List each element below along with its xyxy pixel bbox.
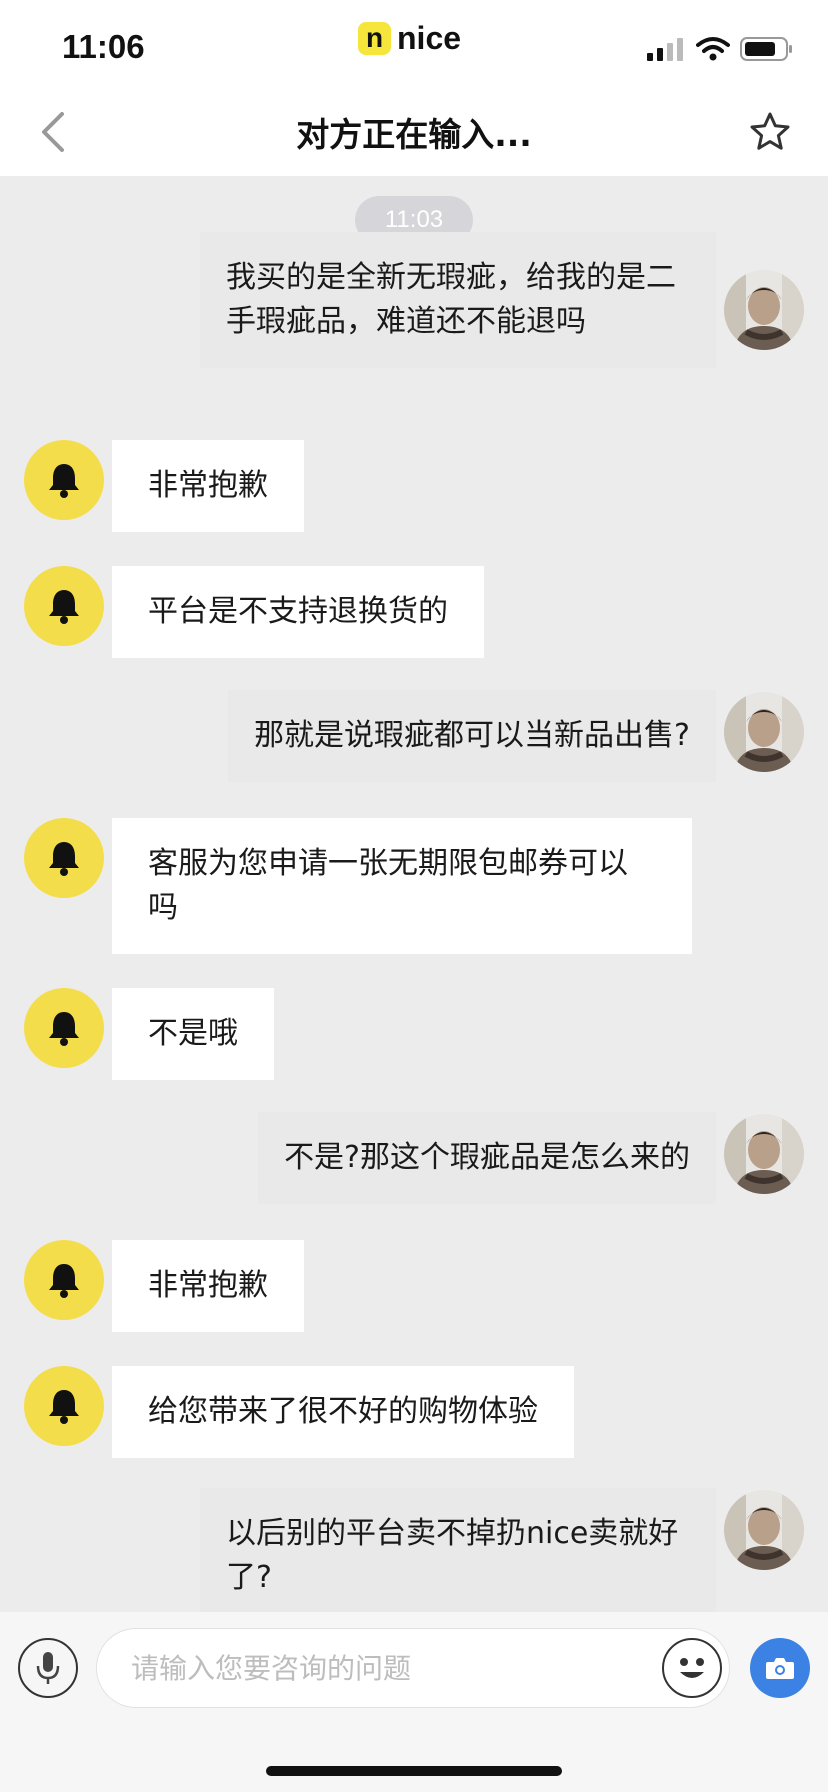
status-bar: 11:06 n nice — [0, 0, 828, 88]
page-title: 对方正在输入... — [296, 115, 532, 154]
service-message: 非常抱歉 — [112, 440, 304, 532]
status-time: 11:06 — [62, 28, 145, 65]
user-avatar[interactable] — [724, 270, 804, 350]
smiley-icon — [680, 1658, 704, 1678]
user-avatar[interactable] — [724, 692, 804, 772]
star-icon — [750, 112, 790, 150]
status-icons — [646, 36, 794, 62]
service-avatar[interactable] — [24, 566, 104, 646]
user-photo-icon — [724, 692, 804, 772]
service-message: 不是哦 — [112, 988, 274, 1080]
bell-icon — [49, 464, 79, 498]
camera-button[interactable] — [750, 1638, 810, 1698]
user-photo-icon — [724, 1114, 804, 1194]
voice-button[interactable] — [18, 1638, 78, 1698]
brand-logo: n nice — [358, 20, 461, 56]
bell-icon — [49, 590, 79, 624]
bell-icon — [49, 1012, 79, 1046]
service-message: 给您带来了很不好的购物体验 — [112, 1366, 574, 1458]
camera-icon — [766, 1658, 794, 1679]
user-message: 以后别的平台卖不掉扔nice卖就好了? — [200, 1488, 716, 1612]
emoji-button[interactable] — [662, 1638, 722, 1698]
signal-icon — [647, 38, 683, 61]
user-message: 不是?那这个瑕疵品是怎么来的 — [258, 1112, 716, 1204]
battery-icon — [740, 37, 792, 61]
wifi-icon — [696, 37, 730, 61]
service-avatar[interactable] — [24, 1366, 104, 1446]
microphone-icon — [36, 1652, 60, 1684]
service-avatar[interactable] — [24, 440, 104, 520]
brand-name: nice — [397, 19, 462, 56]
nav-bar: 对方正在输入... — [0, 88, 828, 176]
favorite-button[interactable] — [748, 110, 792, 154]
input-bar — [0, 1612, 828, 1792]
service-avatar[interactable] — [24, 818, 104, 898]
user-photo-icon — [724, 1490, 804, 1570]
user-avatar[interactable] — [724, 1490, 804, 1570]
service-message: 客服为您申请一张无期限包邮券可以吗 — [112, 818, 692, 954]
home-indicator[interactable] — [266, 1766, 562, 1776]
bell-icon — [49, 842, 79, 876]
bell-icon — [49, 1390, 79, 1424]
bell-icon — [49, 1264, 79, 1298]
service-avatar[interactable] — [24, 988, 104, 1068]
service-avatar[interactable] — [24, 1240, 104, 1320]
chat-area[interactable]: 11:03 我买的是全新无瑕疵，给我的是二手瑕疵品，难道还不能退吗 非常抱歉 平… — [0, 176, 828, 1612]
service-message: 非常抱歉 — [112, 1240, 304, 1332]
user-avatar[interactable] — [724, 1114, 804, 1194]
user-message: 我买的是全新无瑕疵，给我的是二手瑕疵品，难道还不能退吗 — [200, 232, 716, 368]
user-message: 那就是说瑕疵都可以当新品出售? — [228, 690, 716, 782]
message-input[interactable] — [96, 1628, 730, 1708]
service-message: 平台是不支持退换货的 — [112, 566, 484, 658]
brand-badge: n — [358, 21, 391, 55]
user-photo-icon — [724, 270, 804, 350]
